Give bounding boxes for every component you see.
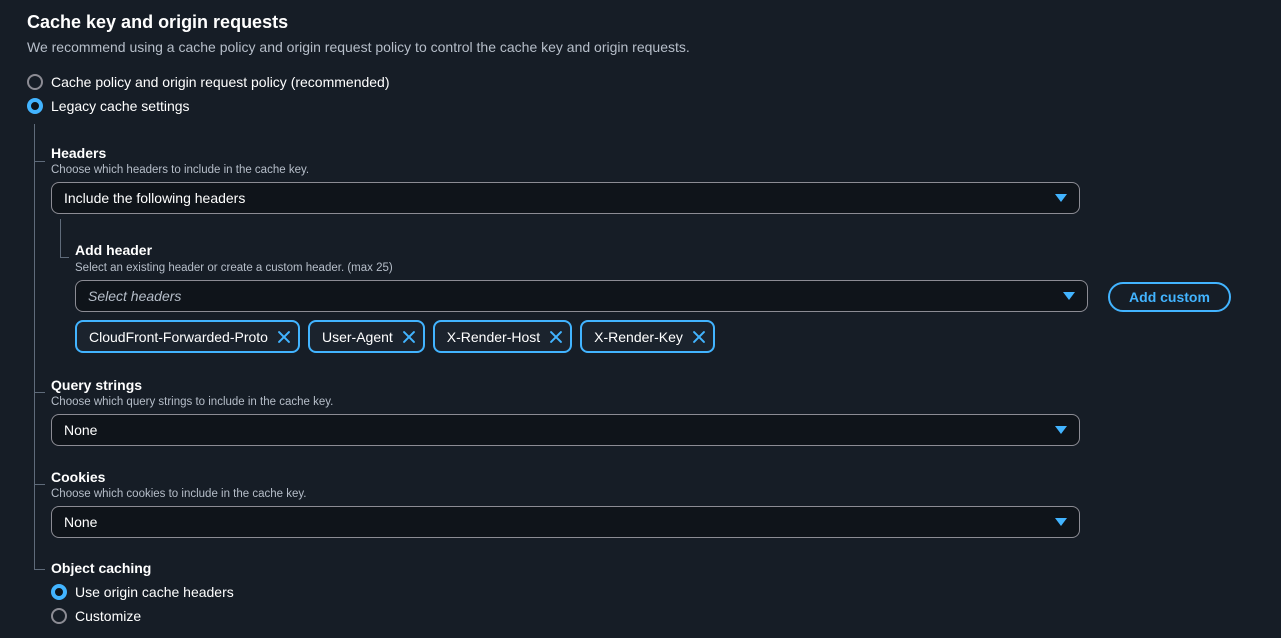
tree-branch xyxy=(34,392,45,393)
query-strings-select-value: None xyxy=(64,422,98,438)
add-custom-button[interactable]: Add custom xyxy=(1108,282,1231,312)
header-token: CloudFront-Forwarded-Proto xyxy=(75,320,300,353)
tree-line xyxy=(34,124,35,570)
token-label: CloudFront-Forwarded-Proto xyxy=(89,328,268,345)
tree-branch xyxy=(34,569,45,570)
add-header-description: Select an existing header or create a cu… xyxy=(75,262,393,274)
headers-label: Headers xyxy=(51,145,107,161)
header-token: X-Render-Key xyxy=(580,320,715,353)
caret-down-icon xyxy=(1055,426,1067,434)
radio-button-selected[interactable] xyxy=(27,98,43,114)
headers-select[interactable]: Include the following headers xyxy=(51,182,1080,214)
radio-button[interactable] xyxy=(27,74,43,90)
radio-label: Legacy cache settings xyxy=(51,98,190,114)
select-headers-dropdown[interactable]: Select headers xyxy=(75,280,1088,312)
radio-label: Use origin cache headers xyxy=(75,584,234,600)
radio-label: Customize xyxy=(75,608,142,624)
add-header-label: Add header xyxy=(75,242,153,258)
query-strings-label: Query strings xyxy=(51,377,143,393)
section-description: We recommend using a cache policy and or… xyxy=(27,39,690,55)
caret-down-icon xyxy=(1055,518,1067,526)
tree-line xyxy=(60,219,61,257)
cache-settings-panel: Cache key and origin requests We recomme… xyxy=(0,0,1281,638)
tree-branch xyxy=(60,257,69,258)
header-token: User-Agent xyxy=(307,320,425,353)
tree-branch xyxy=(34,484,45,485)
query-strings-description: Choose which query strings to include in… xyxy=(51,396,334,408)
headers-description: Choose which headers to include in the c… xyxy=(51,164,310,176)
token-label: X-Render-Host xyxy=(446,328,541,345)
remove-token-icon[interactable] xyxy=(691,329,707,345)
radio-use-origin-cache-headers[interactable]: Use origin cache headers xyxy=(51,582,234,602)
token-label: X-Render-Key xyxy=(594,328,683,345)
radio-button-selected[interactable] xyxy=(51,584,67,600)
radio-button[interactable] xyxy=(51,608,67,624)
cookies-select-value: None xyxy=(64,514,98,530)
caret-down-icon xyxy=(1055,194,1067,202)
header-token-list: CloudFront-Forwarded-Proto User-Agent X-… xyxy=(75,320,715,353)
section-title: Cache key and origin requests xyxy=(27,12,289,32)
headers-select-value: Include the following headers xyxy=(64,190,246,206)
query-strings-select[interactable]: None xyxy=(51,414,1080,446)
token-label: User-Agent xyxy=(321,328,393,345)
select-headers-placeholder: Select headers xyxy=(88,288,182,304)
radio-legacy-cache-settings[interactable]: Legacy cache settings xyxy=(27,96,190,116)
header-token: X-Render-Host xyxy=(432,320,573,353)
radio-label: Cache policy and origin request policy (… xyxy=(51,74,390,90)
cookies-select[interactable]: None xyxy=(51,506,1080,538)
remove-token-icon[interactable] xyxy=(276,329,292,345)
cookies-label: Cookies xyxy=(51,469,106,485)
caret-down-icon xyxy=(1063,292,1075,300)
object-caching-label: Object caching xyxy=(51,560,152,576)
tree-branch xyxy=(34,161,45,162)
radio-customize[interactable]: Customize xyxy=(51,606,141,626)
remove-token-icon[interactable] xyxy=(401,329,417,345)
cookies-description: Choose which cookies to include in the c… xyxy=(51,488,307,500)
remove-token-icon[interactable] xyxy=(548,329,564,345)
radio-cache-policy[interactable]: Cache policy and origin request policy (… xyxy=(27,72,390,92)
